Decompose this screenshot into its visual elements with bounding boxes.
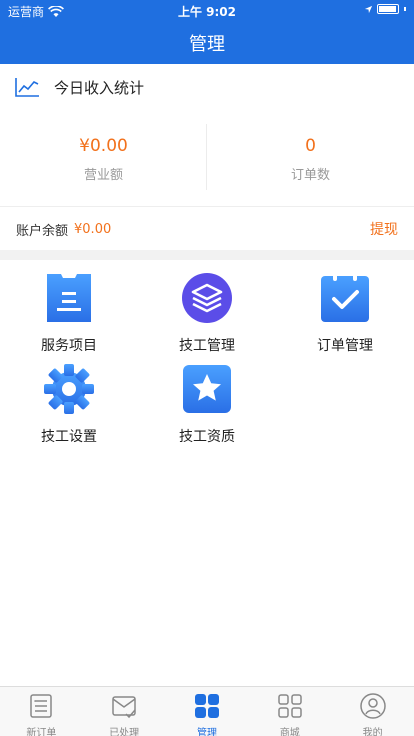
- balance-amount: ¥0.00: [74, 221, 112, 237]
- list-icon: [30, 694, 53, 718]
- tab-label-processed: 已处理: [109, 728, 140, 736]
- tab-label-new-orders: 新订单: [26, 728, 57, 736]
- menu-item-technician-management[interactable]: 技工管理: [138, 272, 276, 355]
- menu-label-technician-qualification: 技工资质: [179, 429, 235, 445]
- tab-label-mall: 商城: [279, 728, 300, 736]
- battery-cap: [404, 7, 406, 11]
- orders-value: 0: [305, 136, 316, 156]
- menu-item-order-management[interactable]: 订单管理: [276, 272, 414, 355]
- status-right: [364, 4, 406, 14]
- orders-stat: 0 订单数: [207, 120, 414, 190]
- tab-new-orders[interactable]: 新订单: [0, 687, 83, 736]
- income-stats-header: 今日收入统计: [0, 64, 414, 110]
- tab-mine[interactable]: 我的: [331, 687, 414, 736]
- stats-divider: [206, 124, 207, 190]
- gear-icon: [44, 364, 94, 414]
- withdraw-button[interactable]: 提现: [370, 219, 398, 239]
- menu-item-technician-settings[interactable]: 技工设置: [0, 363, 138, 446]
- grid-icon: [194, 694, 219, 718]
- top-bar: 运营商 上午 9:02 管理: [0, 0, 414, 64]
- menu-item-service[interactable]: 服务项目: [0, 272, 138, 355]
- envelope-check-icon: [112, 696, 136, 719]
- tab-label-management: 管理: [196, 728, 217, 736]
- location-arrow-icon: [364, 5, 373, 13]
- menu-label-technician-management: 技工管理: [179, 338, 235, 354]
- revenue-stat: ¥0.00 营业额: [0, 120, 207, 190]
- account-balance-row: 账户余额 ¥0.00 提现: [0, 208, 414, 250]
- balance-label: 账户余额: [16, 223, 69, 239]
- status-bar: 运营商 上午 9:02: [0, 0, 414, 20]
- section-gap: [0, 250, 414, 260]
- user-icon: [359, 693, 386, 719]
- service-list-icon: [47, 274, 91, 322]
- menu-label-order-management: 订单管理: [317, 338, 373, 354]
- income-title: 今日收入统计: [54, 78, 145, 97]
- star-badge-icon: [183, 365, 231, 413]
- page-title: 管理: [189, 34, 225, 55]
- orders-label: 订单数: [290, 168, 330, 183]
- tab-label-mine: 我的: [362, 728, 383, 736]
- income-stats: ¥0.00 营业额 0 订单数: [0, 120, 414, 190]
- divider: [0, 206, 414, 207]
- tab-mall[interactable]: 商城: [248, 687, 331, 736]
- menu-item-technician-qualification[interactable]: 技工资质: [138, 363, 276, 446]
- revenue-label: 营业额: [83, 168, 123, 183]
- line-chart-icon: [15, 78, 39, 97]
- clipboard-check-icon: [321, 273, 369, 322]
- grid-outline-icon: [278, 694, 302, 718]
- menu-label-service: 服务项目: [41, 338, 97, 354]
- revenue-value: ¥0.00: [79, 136, 128, 156]
- status-time: 上午 9:02: [177, 5, 237, 19]
- tab-processed[interactable]: 已处理: [83, 687, 166, 736]
- battery-icon: [377, 4, 399, 14]
- menu-label-technician-settings: 技工设置: [41, 429, 97, 445]
- layers-icon: [182, 273, 232, 323]
- bottom-tab-bar: 新订单 已处理 管理 商城 我的: [0, 686, 414, 736]
- tab-management[interactable]: 管理: [166, 687, 249, 736]
